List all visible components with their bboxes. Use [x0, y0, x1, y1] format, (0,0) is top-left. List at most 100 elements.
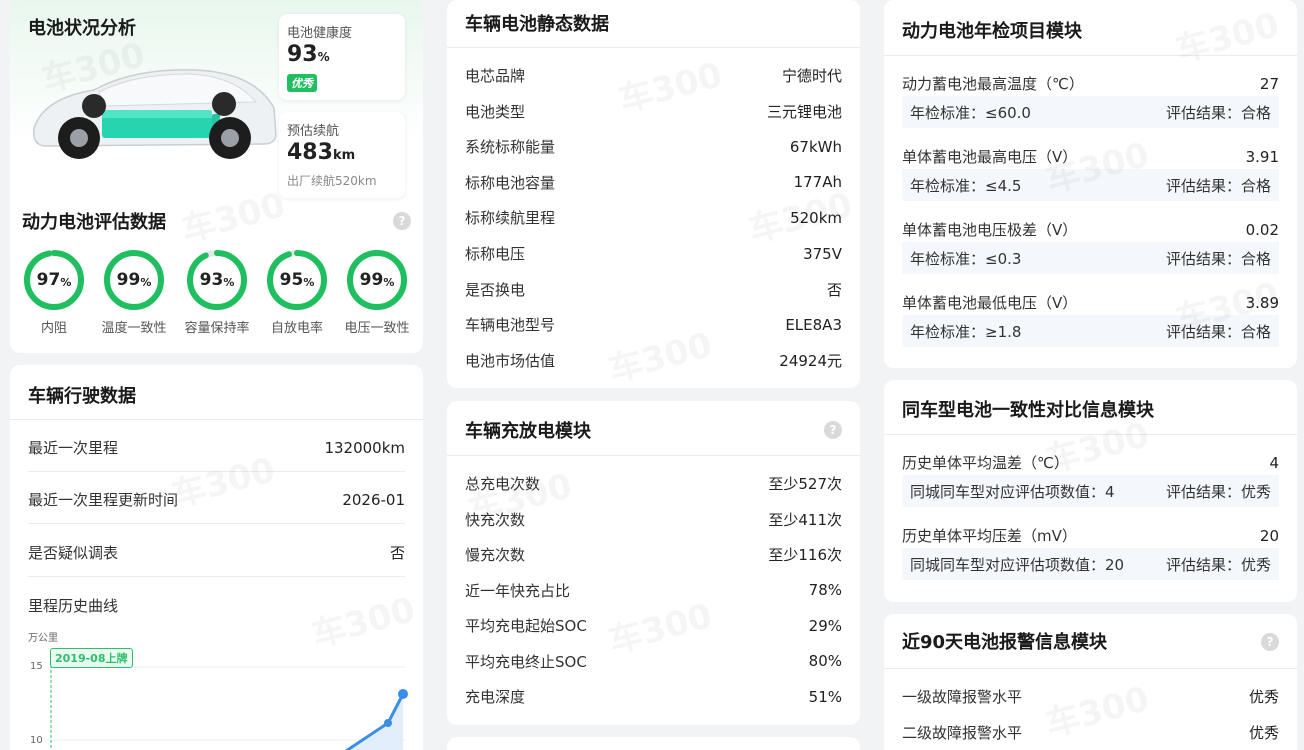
ring-label: 自放电率 — [270, 321, 323, 336]
standard-text: 年检标准：≤4.5 — [910, 176, 1022, 195]
consistency-card: 同车型电池一致性对比信息模块 历史单体平均温差（℃） 4 同城同车型对应评估项数值：… — [884, 380, 1297, 602]
row-label: 电池类型 — [465, 102, 526, 121]
y-unit-label: 万公里 — [28, 633, 58, 644]
row-label: 历史单体平均温差（℃） — [902, 454, 1069, 472]
result-text: 评估结果：合格 — [1165, 103, 1271, 122]
data-row: 电芯品牌 宁德时代 — [465, 65, 842, 86]
data-row: 近一年快充占比 78% — [465, 580, 842, 601]
alarm-title: 近90天电池报警信息模块 — [902, 632, 1108, 653]
standard-text: 同城同车型对应评估项数值：20 — [910, 555, 1125, 574]
eval-help-icon[interactable]: ? — [393, 212, 411, 230]
watermark: 车300 — [175, 177, 290, 252]
row-label: 平均充电起始SOC — [465, 617, 587, 635]
standard-row: 同城同车型对应评估项数值：20 评估结果：优秀 — [902, 548, 1279, 580]
driving-row: 是否疑似调表 否 — [28, 542, 405, 563]
row-value: 至少116次 — [768, 546, 842, 564]
row-label: 单体蓄电池最高电压（V） — [902, 148, 1078, 166]
row-value: 3.89 — [1245, 293, 1279, 312]
range-value-wrap: 483km — [287, 140, 355, 165]
battery-status-title: 电池状况分析 — [28, 18, 136, 39]
eval-ring: 99% — [102, 248, 166, 312]
divider — [884, 55, 1297, 56]
data-row: 车辆电池型号 ELE8A3 — [465, 314, 842, 335]
standard-text: 同城同车型对应评估项数值：4 — [910, 482, 1115, 501]
data-row: 是否换电 否 — [465, 279, 842, 300]
row-label: 单体蓄电池最低电压（V） — [902, 294, 1078, 312]
row-label: 车辆电池型号 — [465, 316, 556, 335]
standard-text: 年检标准：≤60.0 — [910, 103, 1031, 122]
row-value: 132000km — [324, 438, 405, 457]
row-value: 0.02 — [1245, 220, 1279, 239]
row-value: 优秀 — [1248, 688, 1279, 706]
result-text: 评估结果：优秀 — [1165, 555, 1271, 574]
mileage-point — [384, 719, 392, 727]
annual-check-card: 动力电池年检项目模块 动力蓄电池最高温度（℃） 27 年检标准：≤60.0 评估结果：… — [884, 0, 1297, 368]
row-label: 电芯品牌 — [465, 67, 526, 85]
data-row: 单体蓄电池电压极差（V） 0.02 — [902, 219, 1279, 240]
ring-unit: % — [60, 275, 72, 289]
divider — [447, 47, 860, 48]
divider — [884, 668, 1297, 669]
ring-number: 97 — [36, 270, 61, 290]
alarm-card: 近90天电池报警信息模块 ? 一级故障报警水平 优秀 二级故障报警水平 优秀 车… — [884, 614, 1297, 750]
row-value: 177Ah — [793, 173, 842, 192]
data-row: 电池市场估值 24924元 — [465, 350, 842, 371]
ring-value: 99% — [102, 248, 166, 312]
row-label: 单体蓄电池电压极差（V） — [902, 221, 1078, 239]
driving-row: 最近一次里程更新时间 2026-01 — [28, 489, 405, 510]
range-value: 483 — [287, 140, 333, 165]
annual-title: 动力电池年检项目模块 — [902, 21, 1082, 42]
alarm-row: 一级故障报警水平 优秀 — [902, 686, 1279, 707]
ring-value: 93% — [185, 248, 249, 312]
alarm-row: 二级故障报警水平 优秀 — [902, 722, 1279, 743]
ring-label: 容量保持率 — [184, 321, 250, 336]
data-row: 总充电次数 至少527次 — [465, 473, 842, 494]
standard-row: 年检标准：≤60.0 评估结果：合格 — [902, 96, 1279, 128]
row-value: 优秀 — [1248, 724, 1279, 742]
alarm-help-icon[interactable]: ? — [1261, 633, 1279, 651]
static-data-card: 车辆电池静态数据 电芯品牌 宁德时代 电池类型 三元锂电池 系统标称能量 67kWh 标称电… — [447, 0, 860, 388]
row-label: 系统标称能量 — [465, 138, 556, 157]
ring-unit: % — [140, 275, 152, 289]
health-value-wrap: 93% — [287, 42, 330, 67]
curve-title: 里程历史曲线 — [28, 597, 119, 615]
data-row: 系统标称能量 67kWh — [465, 136, 842, 157]
register-tag: 2019-08上牌 — [50, 648, 133, 668]
row-value: 24924元 — [779, 351, 842, 370]
data-row: 平均充电终止SOC 80% — [465, 651, 842, 672]
row-label: 二级故障报警水平 — [902, 724, 1023, 742]
row-value: 520km — [790, 208, 842, 227]
data-row: 历史单体平均温差（℃） 4 — [902, 452, 1279, 473]
consistency-title: 同车型电池一致性对比信息模块 — [902, 400, 1154, 421]
data-row: 慢充次数 至少116次 — [465, 544, 842, 565]
divider — [884, 434, 1297, 435]
driving-card: 车辆行驶数据 最近一次里程 132000km 最近一次里程更新时间 2026-0… — [10, 365, 423, 750]
row-value: 至少411次 — [768, 510, 842, 529]
row-label: 标称电压 — [465, 245, 526, 263]
row-value: 375V — [803, 244, 842, 263]
data-row: 快充次数 至少411次 — [465, 509, 842, 530]
battery-status-card: 电池状况分析 电池健康度 93% 优秀 预估续航 483km 出厂续航520km… — [10, 0, 423, 353]
range-label: 预估续航 — [287, 124, 340, 139]
ring-number: 99 — [359, 270, 384, 290]
row-label: 总充电次数 — [465, 475, 541, 493]
row-label: 近一年快充占比 — [465, 581, 571, 600]
watermark: 车300 — [1169, 0, 1284, 72]
row-label: 动力蓄电池最高温度（℃） — [902, 75, 1084, 93]
standard-row: 同城同车型对应评估项数值：4 评估结果：优秀 — [902, 475, 1279, 507]
row-value: 20 — [1259, 526, 1279, 545]
health-value: 93 — [287, 42, 318, 67]
row-label: 标称续航里程 — [465, 209, 556, 228]
divider — [447, 455, 860, 456]
range-factory: 出厂续航520km — [287, 174, 377, 188]
data-row: 标称续航里程 520km — [465, 207, 842, 228]
row-value: 80% — [808, 652, 842, 670]
data-row: 历史单体平均压差（mV） 20 — [902, 525, 1279, 546]
charge-help-icon[interactable]: ? — [824, 421, 842, 439]
row-value: 29% — [808, 616, 842, 635]
ring-unit: % — [303, 275, 315, 289]
ring-label: 内阻 — [40, 321, 67, 336]
row-value: 51% — [808, 687, 842, 706]
ring-label: 温度一致性 — [101, 321, 167, 336]
eval-ring: 93% — [185, 248, 249, 312]
